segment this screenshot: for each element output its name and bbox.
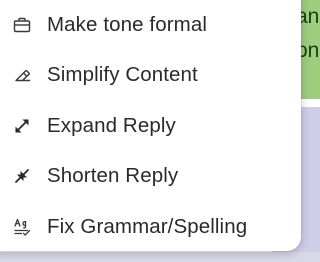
menu-item-label: Shorten Reply: [47, 164, 179, 187]
shrink-arrows-icon: [12, 166, 32, 186]
menu-item-shorten-reply[interactable]: Shorten Reply: [0, 156, 288, 196]
menu-item-label: Make tone formal: [47, 13, 207, 36]
menu-item-label: Expand Reply: [47, 114, 176, 137]
eraser-icon: [12, 65, 32, 85]
ai-rewrite-menu: Make tone formal Simplify Content Expand…: [0, 0, 301, 251]
menu-item-fix-grammar-spelling[interactable]: Fix Grammar/Spelling: [0, 207, 288, 247]
spell-check-icon: [12, 217, 32, 237]
expand-arrows-icon: [12, 116, 32, 136]
menu-item-make-tone-formal[interactable]: Make tone formal: [0, 5, 288, 45]
background-bottom-strip: [0, 252, 320, 262]
menu-item-simplify-content[interactable]: Simplify Content: [0, 55, 288, 95]
briefcase-icon: [12, 15, 32, 35]
menu-item-label: Fix Grammar/Spelling: [47, 215, 248, 238]
menu-item-label: Simplify Content: [47, 63, 198, 86]
menu-item-expand-reply[interactable]: Expand Reply: [0, 106, 288, 146]
